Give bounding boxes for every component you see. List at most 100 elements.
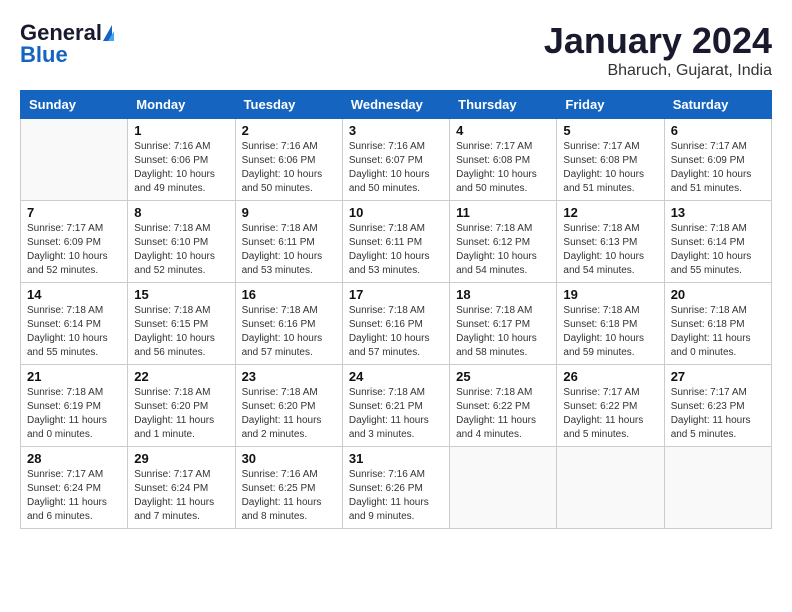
- calendar-cell: 16 Sunrise: 7:18 AM Sunset: 6:16 PM Dayli…: [235, 283, 342, 365]
- day-info: Sunrise: 7:18 AM Sunset: 6:16 PM Dayligh…: [242, 304, 336, 360]
- day-number: 4: [456, 123, 550, 138]
- calendar-cell: 12 Sunrise: 7:18 AM Sunset: 6:13 PM Dayli…: [557, 201, 664, 283]
- day-number: 15: [134, 287, 228, 302]
- calendar-cell: 4 Sunrise: 7:17 AM Sunset: 6:08 PM Daylig…: [450, 119, 557, 201]
- day-info: Sunrise: 7:18 AM Sunset: 6:19 PM Dayligh…: [27, 386, 121, 442]
- day-info: Sunrise: 7:17 AM Sunset: 6:08 PM Dayligh…: [456, 140, 550, 196]
- day-number: 3: [349, 123, 443, 138]
- day-number: 18: [456, 287, 550, 302]
- day-number: 14: [27, 287, 121, 302]
- calendar-week-row: 7Sunrise: 7:17 AM Sunset: 6:09 PM Daylig…: [21, 201, 772, 283]
- calendar-cell: [450, 447, 557, 529]
- day-info: Sunrise: 7:18 AM Sunset: 6:11 PM Dayligh…: [242, 222, 336, 278]
- day-info: Sunrise: 7:18 AM Sunset: 6:20 PM Dayligh…: [134, 386, 228, 442]
- day-info: Sunrise: 7:16 AM Sunset: 6:26 PM Dayligh…: [349, 468, 443, 524]
- calendar-cell: 28 Sunrise: 7:17 AM Sunset: 6:24 PM Dayli…: [21, 447, 128, 529]
- day-info: Sunrise: 7:18 AM Sunset: 6:11 PM Dayligh…: [349, 222, 443, 278]
- day-info: Sunrise: 7:18 AM Sunset: 6:22 PM Dayligh…: [456, 386, 550, 442]
- day-info: Sunrise: 7:17 AM Sunset: 6:23 PM Dayligh…: [671, 386, 765, 442]
- day-info: Sunrise: 7:16 AM Sunset: 6:06 PM Dayligh…: [134, 140, 228, 196]
- calendar-cell: [557, 447, 664, 529]
- day-number: 8: [134, 205, 228, 220]
- day-number: 16: [242, 287, 336, 302]
- day-info: Sunrise: 7:16 AM Sunset: 6:06 PM Dayligh…: [242, 140, 336, 196]
- day-number: 31: [349, 451, 443, 466]
- calendar-cell: 17 Sunrise: 7:18 AM Sunset: 6:16 PM Dayli…: [342, 283, 449, 365]
- day-info: Sunrise: 7:17 AM Sunset: 6:08 PM Dayligh…: [563, 140, 657, 196]
- calendar-week-row: 21 Sunrise: 7:18 AM Sunset: 6:19 PM Dayli…: [21, 365, 772, 447]
- calendar-header-saturday: Saturday: [664, 91, 771, 119]
- day-info: Sunrise: 7:18 AM Sunset: 6:20 PM Dayligh…: [242, 386, 336, 442]
- month-title: January 2024: [544, 20, 772, 62]
- calendar-cell: 8Sunrise: 7:18 AM Sunset: 6:10 PM Daylig…: [128, 201, 235, 283]
- day-number: 2: [242, 123, 336, 138]
- day-info: Sunrise: 7:18 AM Sunset: 6:15 PM Dayligh…: [134, 304, 228, 360]
- day-number: 12: [563, 205, 657, 220]
- day-number: 11: [456, 205, 550, 220]
- calendar-cell: [21, 119, 128, 201]
- day-number: 23: [242, 369, 336, 384]
- day-number: 29: [134, 451, 228, 466]
- day-info: Sunrise: 7:18 AM Sunset: 6:18 PM Dayligh…: [671, 304, 765, 360]
- page-header: General Blue January 2024 Bharuch, Gujar…: [20, 20, 772, 80]
- day-number: 1: [134, 123, 228, 138]
- calendar-cell: 31 Sunrise: 7:16 AM Sunset: 6:26 PM Dayli…: [342, 447, 449, 529]
- calendar-cell: 25Sunrise: 7:18 AM Sunset: 6:22 PM Dayli…: [450, 365, 557, 447]
- day-number: 5: [563, 123, 657, 138]
- calendar-header-row: SundayMondayTuesdayWednesdayThursdayFrid…: [21, 91, 772, 119]
- day-info: Sunrise: 7:17 AM Sunset: 6:24 PM Dayligh…: [134, 468, 228, 524]
- day-info: Sunrise: 7:17 AM Sunset: 6:24 PM Dayligh…: [27, 468, 121, 524]
- day-number: 9: [242, 205, 336, 220]
- day-info: Sunrise: 7:17 AM Sunset: 6:22 PM Dayligh…: [563, 386, 657, 442]
- day-info: Sunrise: 7:18 AM Sunset: 6:13 PM Dayligh…: [563, 222, 657, 278]
- day-number: 13: [671, 205, 765, 220]
- day-info: Sunrise: 7:17 AM Sunset: 6:09 PM Dayligh…: [671, 140, 765, 196]
- calendar-week-row: 28 Sunrise: 7:17 AM Sunset: 6:24 PM Dayli…: [21, 447, 772, 529]
- logo-triangle-light-icon: [108, 31, 114, 41]
- calendar-cell: 2 Sunrise: 7:16 AM Sunset: 6:06 PM Daylig…: [235, 119, 342, 201]
- day-info: Sunrise: 7:18 AM Sunset: 6:14 PM Dayligh…: [671, 222, 765, 278]
- calendar-cell: 9 Sunrise: 7:18 AM Sunset: 6:11 PM Daylig…: [235, 201, 342, 283]
- calendar-header-tuesday: Tuesday: [235, 91, 342, 119]
- calendar-week-row: 14Sunrise: 7:18 AM Sunset: 6:14 PM Dayli…: [21, 283, 772, 365]
- day-number: 6: [671, 123, 765, 138]
- calendar-cell: 6 Sunrise: 7:17 AM Sunset: 6:09 PM Daylig…: [664, 119, 771, 201]
- day-info: Sunrise: 7:18 AM Sunset: 6:12 PM Dayligh…: [456, 222, 550, 278]
- calendar-header-monday: Monday: [128, 91, 235, 119]
- day-number: 20: [671, 287, 765, 302]
- calendar-cell: 26 Sunrise: 7:17 AM Sunset: 6:22 PM Dayli…: [557, 365, 664, 447]
- calendar-cell: 21 Sunrise: 7:18 AM Sunset: 6:19 PM Dayli…: [21, 365, 128, 447]
- day-info: Sunrise: 7:16 AM Sunset: 6:07 PM Dayligh…: [349, 140, 443, 196]
- calendar-cell: 7Sunrise: 7:17 AM Sunset: 6:09 PM Daylig…: [21, 201, 128, 283]
- calendar-header-wednesday: Wednesday: [342, 91, 449, 119]
- location-text: Bharuch, Gujarat, India: [544, 62, 772, 80]
- calendar-cell: 15 Sunrise: 7:18 AM Sunset: 6:15 PM Dayli…: [128, 283, 235, 365]
- day-number: 19: [563, 287, 657, 302]
- day-info: Sunrise: 7:18 AM Sunset: 6:16 PM Dayligh…: [349, 304, 443, 360]
- calendar-week-row: 1 Sunrise: 7:16 AM Sunset: 6:06 PM Daylig…: [21, 119, 772, 201]
- calendar-cell: [664, 447, 771, 529]
- day-number: 21: [27, 369, 121, 384]
- day-number: 22: [134, 369, 228, 384]
- day-number: 26: [563, 369, 657, 384]
- calendar-header-friday: Friday: [557, 91, 664, 119]
- calendar-cell: 18Sunrise: 7:18 AM Sunset: 6:17 PM Dayli…: [450, 283, 557, 365]
- day-number: 10: [349, 205, 443, 220]
- calendar-cell: 1 Sunrise: 7:16 AM Sunset: 6:06 PM Daylig…: [128, 119, 235, 201]
- calendar-cell: 29 Sunrise: 7:17 AM Sunset: 6:24 PM Dayli…: [128, 447, 235, 529]
- calendar-cell: 10 Sunrise: 7:18 AM Sunset: 6:11 PM Dayli…: [342, 201, 449, 283]
- calendar-cell: 24Sunrise: 7:18 AM Sunset: 6:21 PM Dayli…: [342, 365, 449, 447]
- title-section: January 2024 Bharuch, Gujarat, India: [544, 20, 772, 80]
- calendar-header-sunday: Sunday: [21, 91, 128, 119]
- day-info: Sunrise: 7:18 AM Sunset: 6:18 PM Dayligh…: [563, 304, 657, 360]
- day-number: 28: [27, 451, 121, 466]
- logo-blue-text: Blue: [20, 42, 68, 68]
- calendar-cell: 20 Sunrise: 7:18 AM Sunset: 6:18 PM Dayli…: [664, 283, 771, 365]
- calendar-cell: 19 Sunrise: 7:18 AM Sunset: 6:18 PM Dayli…: [557, 283, 664, 365]
- calendar-body: 1 Sunrise: 7:16 AM Sunset: 6:06 PM Daylig…: [21, 119, 772, 529]
- calendar-cell: 22 Sunrise: 7:18 AM Sunset: 6:20 PM Dayli…: [128, 365, 235, 447]
- day-info: Sunrise: 7:16 AM Sunset: 6:25 PM Dayligh…: [242, 468, 336, 524]
- calendar-cell: 27Sunrise: 7:17 AM Sunset: 6:23 PM Dayli…: [664, 365, 771, 447]
- day-number: 17: [349, 287, 443, 302]
- calendar-cell: 14Sunrise: 7:18 AM Sunset: 6:14 PM Dayli…: [21, 283, 128, 365]
